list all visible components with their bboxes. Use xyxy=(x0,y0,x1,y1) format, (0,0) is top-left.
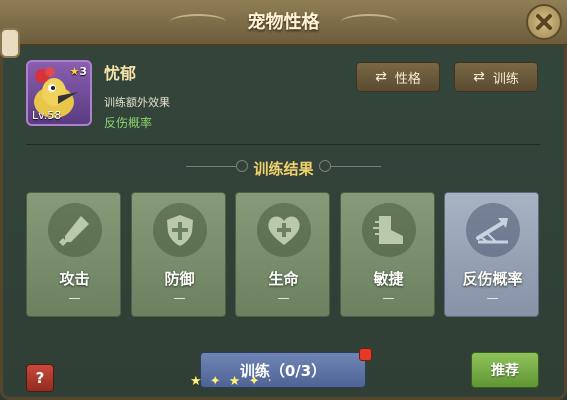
divider xyxy=(26,144,540,145)
pet-portrait[interactable]: ★3 Lv.58 xyxy=(26,60,92,126)
result-card-defense: 防御 — xyxy=(131,192,226,317)
personality-button-label: 性格 xyxy=(394,71,421,87)
title-bar: 宠物性格 xyxy=(0,0,567,46)
result-label: 敏捷 xyxy=(373,270,404,288)
section-title: 训练结果 xyxy=(253,160,314,178)
result-value: — xyxy=(486,291,499,305)
star-icon: ★ xyxy=(69,65,80,78)
recommend-button[interactable]: 推荐 xyxy=(471,352,539,388)
pet-level: Lv.58 xyxy=(32,109,62,122)
result-label: 生命 xyxy=(268,270,299,288)
reflect-arrow-icon xyxy=(466,203,520,257)
notification-dot-icon xyxy=(359,348,372,361)
result-label: 攻击 xyxy=(59,270,90,288)
help-button[interactable]: ? xyxy=(26,364,54,392)
result-card-reflect: 反伤概率 — xyxy=(444,192,539,317)
result-value: — xyxy=(173,291,186,305)
heart-plus-icon xyxy=(257,203,311,257)
result-value: — xyxy=(277,291,290,305)
boot-icon xyxy=(362,203,416,257)
pet-star-badge: ★3 xyxy=(69,65,87,78)
training-bonus-value: 反伤概率 xyxy=(104,116,153,130)
sword-icon xyxy=(48,203,102,257)
window-title: 宠物性格 xyxy=(247,12,320,33)
sparkle-effect-icon: ★ ✦ ★ ✦ · xyxy=(190,374,274,389)
personality-button[interactable]: ⇄ 性格 xyxy=(356,62,440,92)
close-button[interactable] xyxy=(526,4,562,40)
training-bonus-label: 训练额外效果 xyxy=(104,96,170,109)
result-card-attack: 攻击 — xyxy=(26,192,121,317)
pet-star-count: 3 xyxy=(79,65,87,78)
result-value: — xyxy=(68,291,81,305)
result-label: 防御 xyxy=(164,270,195,288)
swap-icon: ⇄ xyxy=(473,69,485,85)
result-card-health: 生命 — xyxy=(235,192,330,317)
pet-personality-name: 忧郁 xyxy=(104,64,137,83)
shield-icon xyxy=(153,203,207,257)
result-card-agility: 敏捷 — xyxy=(340,192,435,317)
swap-icon: ⇄ xyxy=(375,69,387,85)
close-icon xyxy=(536,14,552,30)
scroll-ornament-icon xyxy=(0,28,20,58)
train-tab-button-label: 训练 xyxy=(492,71,519,87)
result-value: — xyxy=(382,291,395,305)
train-tab-button[interactable]: ⇄ 训练 xyxy=(454,62,538,92)
result-label: 反伤概率 xyxy=(462,270,523,288)
